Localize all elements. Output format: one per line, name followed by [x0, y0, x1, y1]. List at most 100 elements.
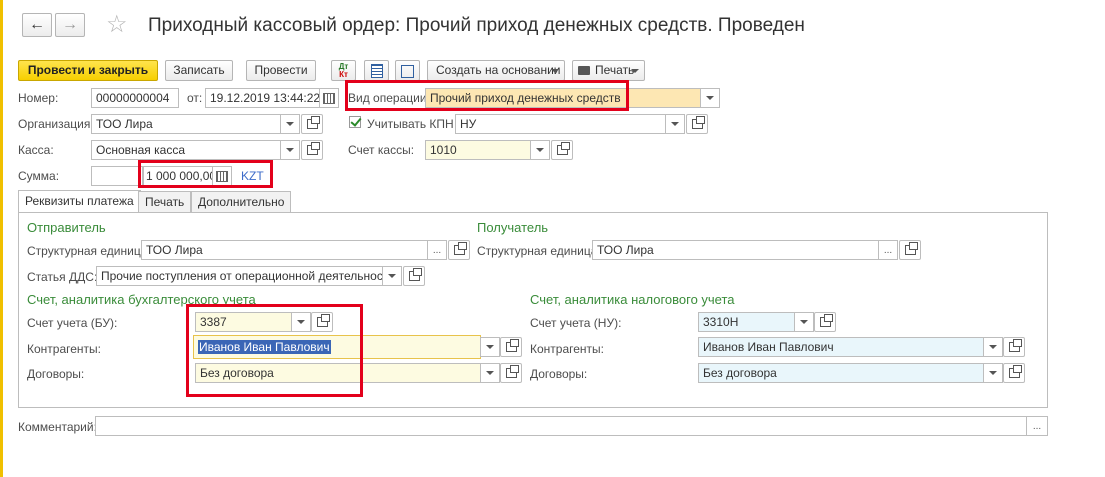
bu-contractors-dropdown-button[interactable]	[480, 337, 500, 357]
nu-contracts-open-button[interactable]	[1003, 363, 1025, 383]
chevron-down-icon	[486, 345, 494, 349]
date-field[interactable]: 19.12.2019 13:44:22	[205, 88, 320, 108]
receiver-unit-open-button[interactable]	[899, 240, 921, 260]
bu-contractors-label: Контрагенты:	[27, 342, 102, 356]
open-icon	[904, 242, 918, 255]
sender-unit-open-button[interactable]	[448, 240, 470, 260]
sum-field[interactable]: 1 000 000,00	[143, 166, 213, 186]
cash-account-field[interactable]: 1010	[425, 140, 531, 160]
comment-label: Комментарий:	[18, 420, 97, 434]
nu-account-label: Счет учета (НУ):	[530, 316, 622, 330]
nu-contractors-dropdown-button[interactable]	[983, 337, 1003, 357]
back-button[interactable]: ←	[22, 13, 52, 37]
nu-account-dropdown-button[interactable]	[794, 312, 814, 332]
post-button[interactable]: Провести	[246, 60, 316, 81]
tab-additional[interactable]: Дополнительно	[191, 191, 292, 213]
structure-icon[interactable]	[395, 60, 420, 81]
bu-account-field[interactable]: 3387	[195, 312, 292, 332]
dds-label: Статья ДДС:	[27, 270, 98, 284]
bu-contractors-open-button[interactable]	[500, 337, 522, 357]
nu-contracts-field[interactable]: Без договора	[698, 363, 984, 383]
kpn-open-button[interactable]	[686, 114, 708, 134]
currency-link[interactable]: KZT	[241, 169, 264, 183]
org-dropdown-button[interactable]	[280, 114, 300, 134]
sender-unit-select-button[interactable]: ...	[427, 240, 447, 260]
number-label: Номер:	[18, 91, 59, 105]
print-button[interactable]: Печать	[572, 60, 645, 81]
comment-select-button[interactable]: ...	[1026, 416, 1048, 436]
chevron-down-icon	[671, 122, 679, 126]
bu-account-dropdown-button[interactable]	[291, 312, 311, 332]
tab-print[interactable]: Печать	[138, 191, 192, 213]
sender-unit-label: Структурная единица:	[27, 244, 151, 258]
kpn-dropdown-button[interactable]	[665, 114, 685, 134]
open-icon	[505, 365, 519, 378]
nu-contractors-field[interactable]: Иванов Иван Павлович	[698, 337, 984, 357]
nu-contracts-dropdown-button[interactable]	[983, 363, 1003, 383]
cash-account-dropdown-button[interactable]	[530, 140, 550, 160]
calendar-button[interactable]	[319, 88, 339, 108]
bu-contracts-dropdown-button[interactable]	[480, 363, 500, 383]
bu-contracts-field[interactable]: Без договора	[195, 363, 481, 383]
nu-contractors-label: Контрагенты:	[530, 342, 605, 356]
dds-field[interactable]: Прочие поступления от операционной деяте…	[96, 266, 383, 286]
date-label: от:	[187, 91, 203, 105]
dds-open-button[interactable]	[403, 266, 425, 286]
checkmark-icon	[350, 115, 362, 127]
forward-button[interactable]: →	[55, 13, 85, 37]
cash-field[interactable]: Основная касса	[91, 140, 281, 160]
chevron-down-icon	[800, 320, 808, 324]
bu-contracts-open-button[interactable]	[500, 363, 522, 383]
printer-icon	[578, 66, 590, 75]
org-field[interactable]: ТОО Лира	[91, 114, 281, 134]
cash-account-open-button[interactable]	[551, 140, 573, 160]
create-based-on-button[interactable]: Создать на основании	[427, 60, 565, 81]
nu-section-title: Счет, аналитика налогового учета	[530, 292, 735, 307]
comment-field[interactable]	[95, 416, 1027, 436]
post-and-close-button[interactable]: Провести и закрыть	[18, 60, 158, 81]
org-open-button[interactable]	[301, 114, 323, 134]
org-label: Организация:	[18, 117, 94, 131]
chevron-down-icon	[551, 69, 559, 73]
sum-label: Сумма:	[18, 169, 60, 183]
operation-dropdown-button[interactable]	[700, 88, 720, 108]
cash-open-button[interactable]	[301, 140, 323, 160]
open-icon	[316, 314, 330, 327]
receiver-unit-field[interactable]: ТОО Лира	[592, 240, 879, 260]
chevron-down-icon	[297, 320, 305, 324]
operation-label: Вид операции:	[348, 91, 430, 105]
bu-section-title: Счет, аналитика бухгалтерского учета	[27, 292, 256, 307]
sum-prefix-field[interactable]	[91, 166, 143, 186]
calendar-icon	[323, 92, 335, 104]
dt-kt-button[interactable]: Дт Кт	[331, 60, 356, 81]
dds-dropdown-button[interactable]	[382, 266, 402, 286]
nu-account-field[interactable]: 3310Н	[698, 312, 795, 332]
sender-unit-field[interactable]: ТОО Лира	[141, 240, 428, 260]
cash-dropdown-button[interactable]	[280, 140, 300, 160]
receiver-unit-select-button[interactable]: ...	[878, 240, 898, 260]
operation-select[interactable]: Прочий приход денежных средств	[425, 88, 701, 108]
bu-account-label: Счет учета (БУ):	[27, 316, 118, 330]
nu-contracts-label: Договоры:	[530, 367, 588, 381]
calculator-button[interactable]	[212, 166, 232, 186]
page-title: Приходный кассовый ордер: Прочий приход …	[148, 15, 805, 36]
kpn-checkbox[interactable]	[349, 115, 362, 128]
nu-contractors-open-button[interactable]	[1003, 337, 1025, 357]
tab-payment-details[interactable]: Реквизиты платежа	[18, 190, 141, 213]
kpn-field[interactable]: НУ	[455, 114, 666, 134]
list-icon[interactable]	[364, 60, 389, 81]
receiver-title: Получатель	[477, 220, 549, 235]
bu-contractors-field[interactable]: Иванов Иван Павлович	[193, 335, 481, 359]
left-edge-bar	[0, 0, 3, 477]
open-icon	[306, 116, 320, 129]
cash-account-label: Счет кассы:	[348, 143, 415, 157]
nu-account-open-button[interactable]	[814, 312, 836, 332]
open-icon	[505, 339, 519, 352]
bu-contracts-label: Договоры:	[27, 367, 85, 381]
bu-account-open-button[interactable]	[311, 312, 333, 332]
chevron-down-icon	[989, 371, 997, 375]
favorite-star-icon[interactable]: ☆	[106, 10, 128, 39]
chevron-down-icon	[486, 371, 494, 375]
write-button[interactable]: Записать	[165, 60, 233, 81]
number-field[interactable]: 00000000004	[91, 88, 179, 108]
